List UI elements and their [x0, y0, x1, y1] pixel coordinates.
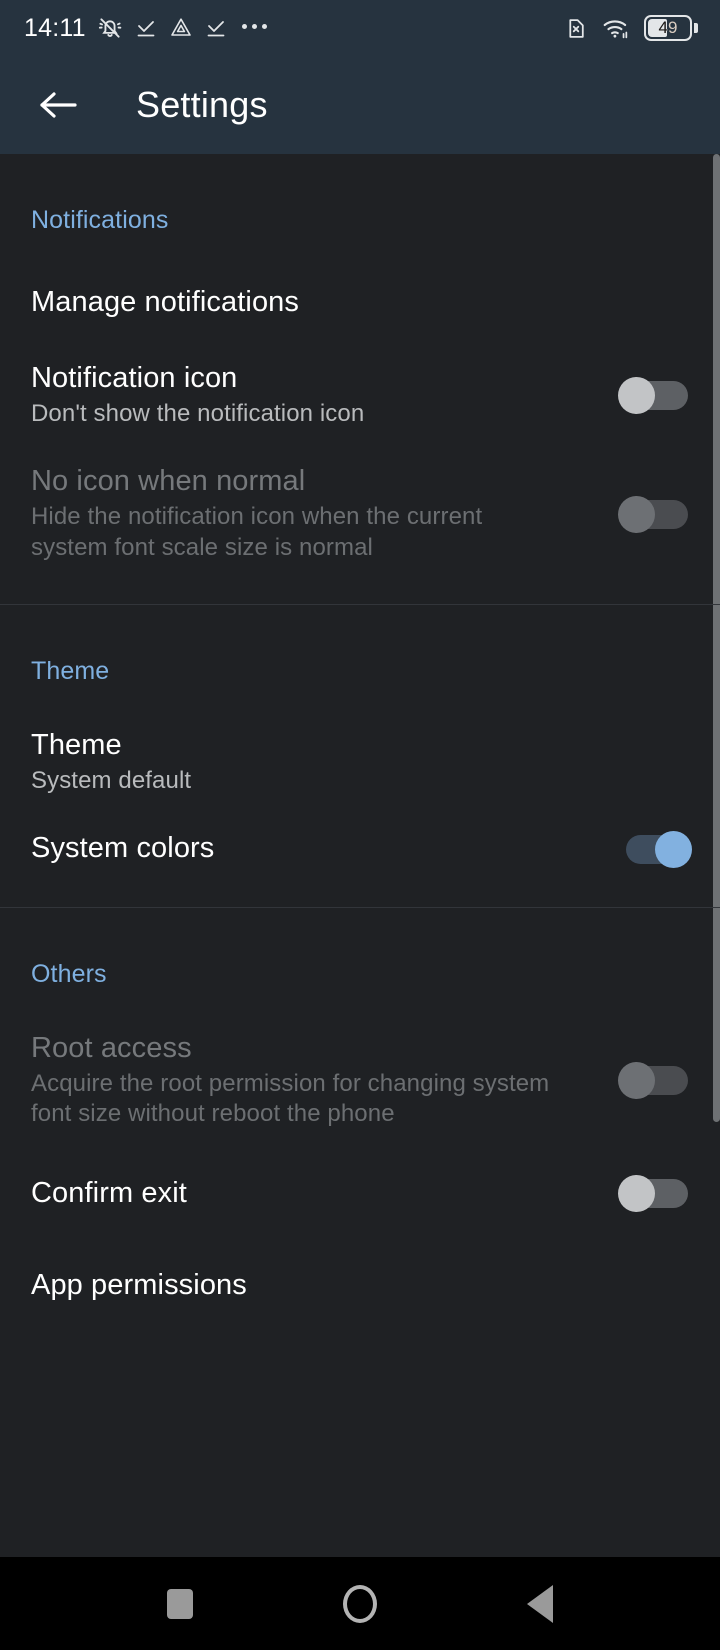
row-text: System colors [31, 831, 214, 865]
row-title: Manage notifications [31, 285, 299, 318]
battery-icon: 49 [644, 15, 698, 41]
row-text: Notification icon Don't show the notific… [31, 361, 364, 430]
section-notifications: Notifications Manage notifications Notif… [0, 154, 720, 604]
row-notification-icon[interactable]: Notification icon Don't show the notific… [0, 327, 720, 430]
section-header-notifications: Notifications [31, 206, 169, 234]
row-title: Notification icon [31, 362, 238, 394]
switch-thumb [618, 1175, 655, 1213]
section-header-theme: Theme [31, 656, 110, 685]
bell-muted-icon [97, 15, 123, 41]
row-title: Confirm exit [31, 1177, 187, 1210]
row-summary: System default [31, 766, 192, 794]
row-confirm-exit[interactable]: Confirm exit [0, 1130, 720, 1222]
status-bar-right: 49 [563, 15, 698, 41]
back-button[interactable] [32, 79, 84, 131]
row-root-access[interactable]: Root access Acquire the root permission … [0, 989, 720, 1131]
row-summary: Hide the notification icon when the curr… [31, 503, 483, 561]
page-title: Settings [136, 84, 268, 125]
switch-notification-icon[interactable] [618, 377, 692, 415]
download-complete-icon-2 [204, 16, 228, 40]
navigation-bar [0, 1557, 720, 1650]
row-title: System colors [31, 832, 215, 865]
status-bar: 14:11 49 [0, 0, 720, 56]
row-text: App permissions [31, 1268, 247, 1302]
row-summary: Don't show the notification icon [31, 400, 365, 428]
battery-level-label: 49 [658, 18, 678, 37]
row-title: App permissions [31, 1269, 247, 1302]
section-header-others: Others [31, 959, 107, 988]
switch-no-icon-when-normal[interactable] [618, 495, 692, 533]
wifi-icon [602, 16, 630, 40]
row-summary: Acquire the root permission for changing… [31, 1069, 550, 1128]
drive-icon [169, 16, 193, 40]
switch-root-access[interactable] [618, 1062, 692, 1100]
row-text: Confirm exit [31, 1176, 187, 1210]
no-sim-icon [563, 16, 588, 41]
more-notifications-icon [241, 24, 267, 32]
app-bar: Settings [0, 56, 720, 154]
phone-screen: 14:11 49 Settings Notifications Manage n… [0, 0, 720, 1650]
switch-thumb [655, 830, 692, 868]
row-text: Root access Acquire the root permission … [31, 1031, 551, 1131]
row-system-colors[interactable]: System colors [0, 797, 720, 907]
switch-confirm-exit[interactable] [618, 1175, 692, 1213]
row-manage-notifications[interactable]: Manage notifications [0, 235, 720, 327]
status-bar-left: 14:11 [24, 15, 267, 41]
back-nav-button[interactable] [500, 1564, 580, 1644]
row-theme[interactable]: Theme System default [0, 686, 720, 797]
switch-system-colors[interactable] [618, 830, 692, 868]
row-no-icon-when-normal[interactable]: No icon when normal Hide the notificatio… [0, 430, 720, 604]
section-others: Others Root access Acquire the root perm… [0, 906, 720, 1315]
settings-list[interactable]: Notifications Manage notifications Notif… [0, 154, 720, 1557]
row-title: Theme [31, 728, 122, 761]
row-app-permissions[interactable]: App permissions [0, 1222, 720, 1314]
back-triangle-icon [527, 1584, 553, 1623]
row-text: No icon when normal Hide the notificatio… [31, 464, 551, 564]
status-clock: 14:11 [24, 13, 86, 42]
row-text: Manage notifications [31, 285, 299, 319]
section-theme: Theme Theme System default System colors [0, 603, 720, 907]
recents-button[interactable] [140, 1564, 220, 1644]
row-text: Theme System default [31, 728, 191, 797]
row-title: Root access [31, 1031, 192, 1064]
row-title: No icon when normal [31, 464, 306, 497]
download-complete-icon [134, 16, 158, 40]
switch-thumb [618, 495, 655, 533]
home-button[interactable] [320, 1564, 400, 1644]
recents-square-icon [167, 1588, 193, 1619]
home-circle-icon [343, 1584, 377, 1623]
